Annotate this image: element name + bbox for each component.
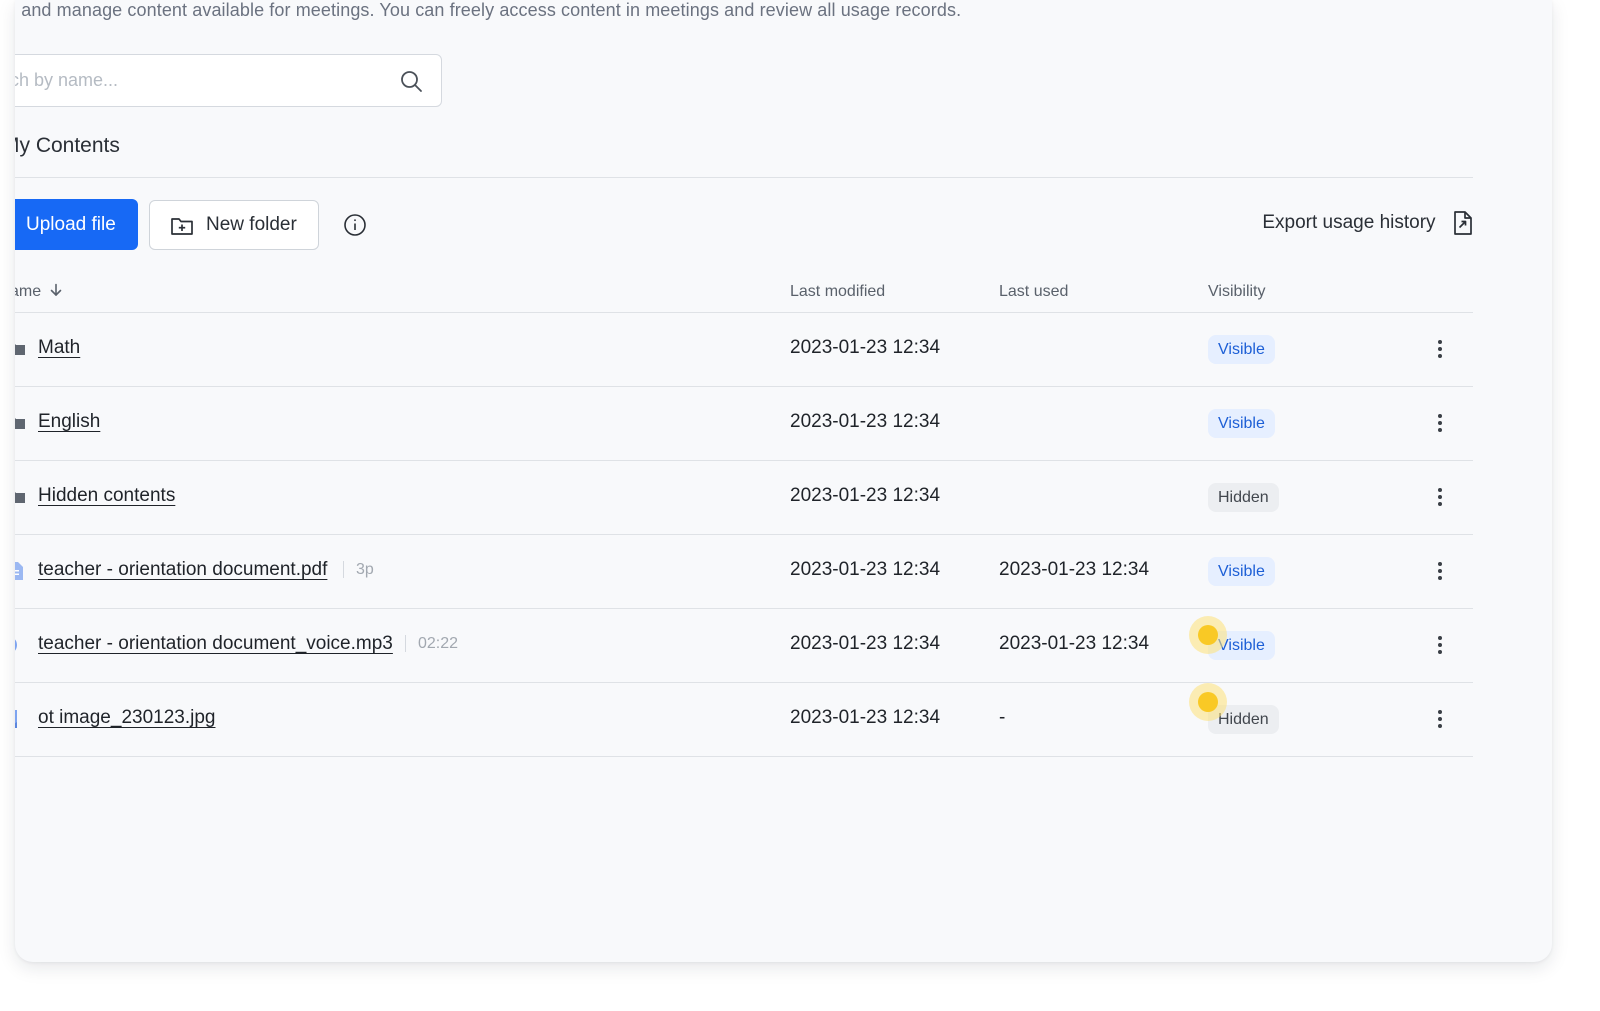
item-name-link[interactable]: Hidden contents bbox=[38, 485, 175, 507]
page-count: 3p bbox=[343, 561, 374, 578]
section-divider bbox=[15, 177, 1473, 178]
image-file-icon bbox=[15, 710, 17, 728]
new-folder-label: New folder bbox=[206, 214, 297, 235]
kebab-menu-icon[interactable] bbox=[1429, 338, 1451, 360]
search-icon[interactable] bbox=[399, 69, 423, 93]
section-title: My Contents bbox=[15, 134, 120, 157]
last-modified-cell: 2023-01-23 12:34 bbox=[790, 633, 941, 654]
column-header-name-label: ame bbox=[15, 283, 42, 300]
folder-plus-icon bbox=[171, 218, 193, 235]
new-folder-button[interactable]: New folder bbox=[149, 200, 319, 250]
table-row[interactable]: Math 2023-01-23 12:34 Visible bbox=[15, 313, 1473, 387]
visibility-badge[interactable]: Hidden bbox=[1208, 483, 1279, 512]
click-indicator bbox=[1189, 616, 1227, 654]
column-header-visibility[interactable]: Visibility bbox=[1208, 283, 1266, 301]
item-name-link[interactable]: teacher - orientation document.pdf bbox=[38, 559, 327, 581]
click-indicator bbox=[1189, 683, 1227, 721]
export-usage-history-button[interactable]: Export usage history bbox=[1262, 210, 1474, 240]
item-name-link[interactable]: English bbox=[38, 411, 100, 433]
column-header-last-modified[interactable]: Last modified bbox=[790, 283, 885, 301]
audio-duration: 02:22 bbox=[405, 635, 458, 652]
table-row[interactable]: teacher - orientation document_voice.mp3… bbox=[15, 609, 1473, 683]
last-modified-cell: 2023-01-23 12:34 bbox=[790, 707, 941, 728]
last-modified-cell: 2023-01-23 12:34 bbox=[790, 485, 941, 506]
table-row[interactable]: English 2023-01-23 12:34 Visible bbox=[15, 387, 1473, 461]
folder-icon bbox=[15, 492, 25, 503]
pdf-file-icon bbox=[15, 562, 23, 580]
file-export-icon bbox=[1454, 211, 1472, 235]
visibility-badge[interactable]: Visible bbox=[1208, 557, 1275, 586]
upload-file-button[interactable]: Upload file bbox=[15, 199, 138, 250]
search-box[interactable] bbox=[15, 54, 442, 107]
table-row[interactable]: ot image_230123.jpg 2023-01-23 12:34 - H… bbox=[15, 683, 1473, 757]
folder-icon bbox=[15, 418, 25, 429]
item-name-link[interactable]: Math bbox=[38, 337, 80, 359]
last-used-cell: 2023-01-23 12:34 bbox=[999, 633, 1150, 654]
last-used-cell: 2023-01-23 12:34 bbox=[999, 559, 1150, 580]
visibility-badge[interactable]: Visible bbox=[1208, 335, 1275, 364]
last-modified-cell: 2023-01-23 12:34 bbox=[790, 337, 941, 358]
table-row[interactable]: Hidden contents 2023-01-23 12:34 Hidden bbox=[15, 461, 1473, 535]
item-name-link[interactable]: teacher - orientation document_voice.mp3 bbox=[38, 633, 393, 655]
content-panel: d and manage content available for meeti… bbox=[15, 0, 1552, 962]
page-description: d and manage content available for meeti… bbox=[15, 0, 962, 20]
export-label: Export usage history bbox=[1262, 212, 1436, 233]
arrow-down-icon bbox=[50, 283, 62, 296]
folder-icon bbox=[15, 344, 25, 355]
visibility-badge[interactable]: Visible bbox=[1208, 409, 1275, 438]
last-used-cell: - bbox=[999, 707, 1006, 728]
column-header-last-used[interactable]: Last used bbox=[999, 283, 1068, 301]
kebab-menu-icon[interactable] bbox=[1429, 412, 1451, 434]
last-modified-cell: 2023-01-23 12:34 bbox=[790, 411, 941, 432]
kebab-menu-icon[interactable] bbox=[1429, 708, 1451, 730]
table-row[interactable]: teacher - orientation document.pdf 3p 20… bbox=[15, 535, 1473, 609]
kebab-menu-icon[interactable] bbox=[1429, 560, 1451, 582]
audio-file-icon bbox=[15, 639, 17, 651]
search-input[interactable] bbox=[15, 55, 364, 106]
kebab-menu-icon[interactable] bbox=[1429, 486, 1451, 508]
last-modified-cell: 2023-01-23 12:34 bbox=[790, 559, 941, 580]
item-name-link[interactable]: ot image_230123.jpg bbox=[38, 707, 215, 729]
info-icon[interactable] bbox=[343, 213, 367, 237]
kebab-menu-icon[interactable] bbox=[1429, 634, 1451, 656]
column-header-name[interactable]: ame bbox=[15, 283, 63, 301]
